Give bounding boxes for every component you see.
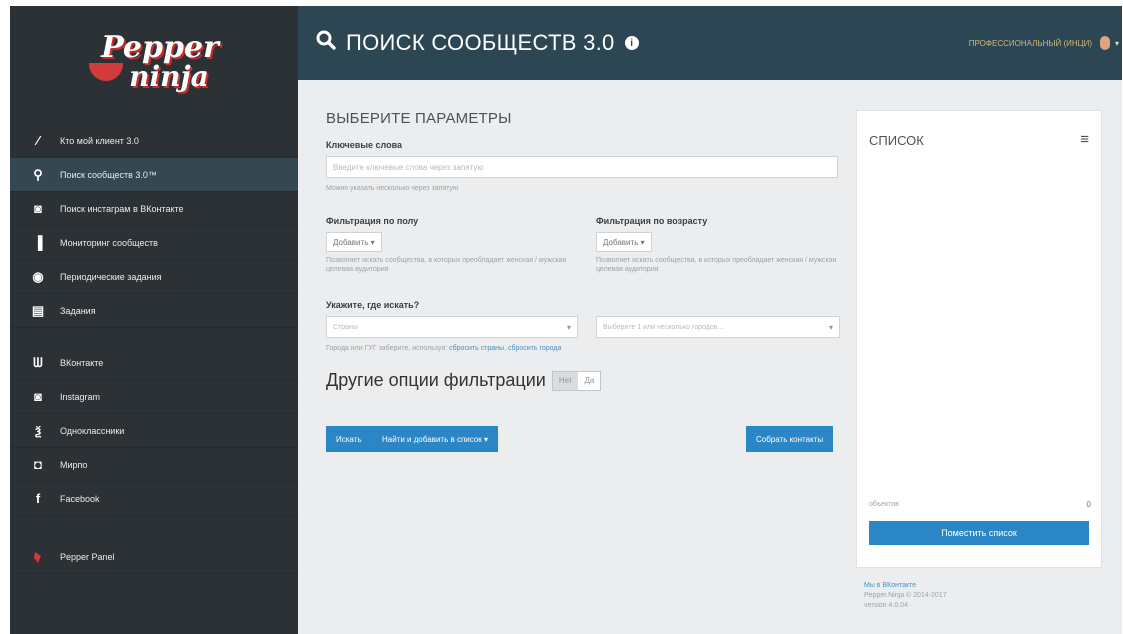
more-options-toggle[interactable]: Нет Да [551,370,602,391]
sidebar-item-who-is-my-client[interactable]: ⁄ Кто мой клиент 3.0 [10,124,298,158]
toggle-yes[interactable]: Да [578,371,601,390]
sidebar-item-periodic-tasks[interactable]: ◉ Периодические задания [10,260,298,294]
toggle-no[interactable]: Нет [552,371,579,390]
chart-icon: ▐ [33,235,43,250]
reset-countries-link[interactable]: сбросить страны [449,345,504,352]
facebook-icon: f [35,491,41,506]
age-add-button[interactable]: Добавить ▾ [596,232,652,252]
sidebar-item-monitoring[interactable]: ▐ Мониторинг сообществ [10,226,298,260]
gender-add-button[interactable]: Добавить ▾ [326,232,382,252]
age-filter-label: Фильтрация по возрасту [596,216,708,226]
where-label: Укажите, где искать? [326,300,420,310]
sidebar-item-vk[interactable]: ᗯ ВКонтакте [10,346,298,380]
instagram-icon: ◙ [34,389,42,404]
user-plan-label[interactable]: ПРОФЕССИОНАЛЬНЫЙ (ИНЦИ) [969,39,1092,48]
chevron-down-icon: ▾ [828,323,833,332]
logo-text-line1: Pepper [101,30,219,65]
more-options-row: Другие опции фильтрации Нет Да [326,370,602,391]
pepper-icon [28,549,48,565]
search-button[interactable]: Искать [326,426,372,452]
sidebar-item-label: Кто мой клиент 3.0 [60,135,139,146]
keywords-input[interactable]: Введите ключевые слова через запятую [326,156,838,178]
logo[interactable]: Pepper ninja [10,6,298,118]
collect-contacts-button[interactable]: Собрать контакты [746,426,834,452]
where-help: Города или ГУГ заберите, используя: сбро… [326,345,562,352]
search-form: ВЫБЕРИТЕ ПАРАМЕТРЫ Ключевые слова Введит… [310,100,854,630]
page-title: ПОИСК СООБЩЕСТВ 3.0 [346,30,615,55]
keywords-help: Можно указать несколько через запятую [326,185,459,192]
where-help-text: Города или ГУГ заберите, используя: [326,345,448,352]
sidebar-item-instagram-in-vk[interactable]: ◙ Поиск инстаграм в ВКонтакте [10,192,298,226]
menu-icon[interactable]: ≡ [1080,131,1089,148]
sidebar-divider [10,516,298,540]
chevron-down-icon[interactable]: ▾ [1115,39,1119,48]
search-icon [316,30,336,56]
avatar[interactable] [1100,36,1110,50]
city-select-value: Выберите 1 или несколько городов... [603,323,724,331]
find-and-add-button[interactable]: Найти и добавить в список ▾ [372,426,499,452]
sidebar-item-label: Поиск сообществ 3.0™ [60,169,157,180]
sidebar-item-odnoklassniki[interactable]: ѯ Одноклассники [10,414,298,448]
gender-help: Позволяет искать сообщества, в которых п… [326,257,567,274]
sidebar-item-label: Периодические задания [60,271,162,282]
save-list-button[interactable]: Поместить список [869,521,1089,545]
vk-icon: ᗯ [33,354,43,370]
clock-icon: ◉ [32,268,44,284]
tasks-icon: ▤ [31,302,45,318]
age-help: Позволяет искать сообщества, в которых п… [596,257,837,274]
app-window: Pepper ninja ⁄ Кто мой клиент 3.0 ⚲ Поис… [10,6,1122,634]
list-panel: СПИСОК ≡ объектов 0 Поместить список [856,110,1102,568]
vk-group-link[interactable]: Мы в ВКонтакте [864,581,947,591]
sidebar-tools: ⁄ Кто мой клиент 3.0 ⚲ Поиск сообществ 3… [10,124,298,328]
info-icon[interactable]: i [624,36,639,50]
sidebar-item-label: Поиск инстаграм в ВКонтакте [60,203,184,214]
keywords-label: Ключевые слова [326,140,403,150]
wand-icon: ⁄ [36,133,40,148]
objects-label: объектов [869,501,899,508]
sidebar-item-label: Pepper Panel [60,551,115,562]
sidebar-item-label: ВКонтакте [60,357,104,368]
instagram-icon: ◙ [34,201,42,216]
version-text: version 4.0.04 [864,601,908,609]
city-select[interactable]: Выберите 1 или несколько городов... ▾ [596,316,840,338]
sidebar-item-pepper-panel[interactable]: Pepper Panel [10,540,298,574]
reset-cities-link[interactable]: сбросить города [508,345,561,352]
page-footer: Мы в ВКонтакте Pepper.Ninja © 2014-2017 … [864,581,947,610]
sidebar-item-label: Задания [60,305,96,316]
chevron-down-icon: ▾ [566,323,571,332]
form-heading: ВЫБЕРИТЕ ПАРАМЕТРЫ [326,110,512,127]
sidebar: Pepper ninja ⁄ Кто мой клиент 3.0 ⚲ Поис… [10,6,298,634]
objects-count: 0 [1086,500,1091,509]
gender-filter-label: Фильтрация по полу [326,216,419,226]
sidebar-item-label: Instagram [60,391,101,402]
sidebar-item-label: Мониторинг сообществ [60,237,158,248]
sidebar-item-instagram[interactable]: ◙ Instagram [10,380,298,414]
search-icon: ⚲ [33,166,43,182]
logo-text-line2: ninja [129,60,209,93]
sidebar-item-label: Мирпо [60,459,88,470]
sidebar-divider [10,328,298,340]
sidebar-item-label: Facebook [60,493,100,504]
more-options-label: Другие опции фильтрации [326,370,546,390]
sidebar-item-community-search[interactable]: ⚲ Поиск сообществ 3.0™ [10,158,298,192]
list-panel-title: СПИСОК [869,133,924,148]
copyright-text: Pepper.Ninja © 2014-2017 [864,591,947,599]
sidebar-item-tasks[interactable]: ▤ Задания [10,294,298,328]
sidebar-item-mail[interactable]: ◘ Мирпо [10,448,298,482]
sidebar-item-label: Одноклассники [60,425,125,436]
logo-mouth-icon [89,63,124,81]
odnoklassniki-icon: ѯ [34,423,42,438]
country-select[interactable]: Страны ▾ [326,316,578,338]
sidebar-networks: ᗯ ВКонтакте ◙ Instagram ѯ Одноклассники … [10,346,298,516]
country-select-value: Страны [333,323,358,331]
page-header: ПОИСК СООБЩЕСТВ 3.0 i ПРОФЕССИОНАЛЬНЫЙ (… [298,6,1122,80]
mail-icon: ◘ [34,457,42,472]
sidebar-item-facebook[interactable]: f Facebook [10,482,298,516]
